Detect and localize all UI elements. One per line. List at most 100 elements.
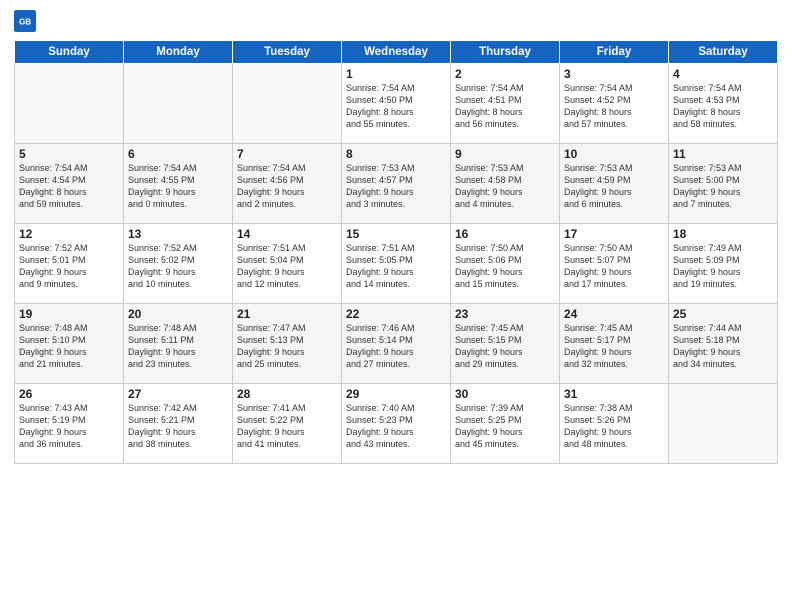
day-info: Sunrise: 7:41 AM Sunset: 5:22 PM Dayligh… bbox=[237, 402, 337, 451]
day-number: 27 bbox=[128, 387, 228, 401]
col-header-friday: Friday bbox=[560, 41, 669, 64]
day-cell: 16Sunrise: 7:50 AM Sunset: 5:06 PM Dayli… bbox=[451, 224, 560, 304]
logo: GB bbox=[14, 10, 40, 32]
day-number: 13 bbox=[128, 227, 228, 241]
day-cell: 6Sunrise: 7:54 AM Sunset: 4:55 PM Daylig… bbox=[124, 144, 233, 224]
day-number: 1 bbox=[346, 67, 446, 81]
logo-icon: GB bbox=[14, 10, 36, 32]
day-info: Sunrise: 7:40 AM Sunset: 5:23 PM Dayligh… bbox=[346, 402, 446, 451]
day-info: Sunrise: 7:54 AM Sunset: 4:50 PM Dayligh… bbox=[346, 82, 446, 131]
day-info: Sunrise: 7:53 AM Sunset: 5:00 PM Dayligh… bbox=[673, 162, 773, 211]
day-number: 6 bbox=[128, 147, 228, 161]
header: GB bbox=[14, 10, 778, 32]
day-cell: 27Sunrise: 7:42 AM Sunset: 5:21 PM Dayli… bbox=[124, 384, 233, 464]
day-number: 8 bbox=[346, 147, 446, 161]
day-number: 9 bbox=[455, 147, 555, 161]
calendar-table: SundayMondayTuesdayWednesdayThursdayFrid… bbox=[14, 40, 778, 464]
day-cell: 31Sunrise: 7:38 AM Sunset: 5:26 PM Dayli… bbox=[560, 384, 669, 464]
day-info: Sunrise: 7:51 AM Sunset: 5:04 PM Dayligh… bbox=[237, 242, 337, 291]
week-row-3: 12Sunrise: 7:52 AM Sunset: 5:01 PM Dayli… bbox=[15, 224, 778, 304]
day-number: 10 bbox=[564, 147, 664, 161]
day-number: 31 bbox=[564, 387, 664, 401]
day-cell bbox=[15, 64, 124, 144]
day-info: Sunrise: 7:49 AM Sunset: 5:09 PM Dayligh… bbox=[673, 242, 773, 291]
col-header-sunday: Sunday bbox=[15, 41, 124, 64]
day-number: 25 bbox=[673, 307, 773, 321]
day-number: 19 bbox=[19, 307, 119, 321]
week-row-4: 19Sunrise: 7:48 AM Sunset: 5:10 PM Dayli… bbox=[15, 304, 778, 384]
week-row-5: 26Sunrise: 7:43 AM Sunset: 5:19 PM Dayli… bbox=[15, 384, 778, 464]
day-number: 21 bbox=[237, 307, 337, 321]
day-cell: 12Sunrise: 7:52 AM Sunset: 5:01 PM Dayli… bbox=[15, 224, 124, 304]
day-info: Sunrise: 7:51 AM Sunset: 5:05 PM Dayligh… bbox=[346, 242, 446, 291]
day-info: Sunrise: 7:54 AM Sunset: 4:55 PM Dayligh… bbox=[128, 162, 228, 211]
day-cell: 23Sunrise: 7:45 AM Sunset: 5:15 PM Dayli… bbox=[451, 304, 560, 384]
day-info: Sunrise: 7:53 AM Sunset: 4:58 PM Dayligh… bbox=[455, 162, 555, 211]
day-cell bbox=[233, 64, 342, 144]
day-number: 26 bbox=[19, 387, 119, 401]
day-cell: 25Sunrise: 7:44 AM Sunset: 5:18 PM Dayli… bbox=[669, 304, 778, 384]
day-cell: 24Sunrise: 7:45 AM Sunset: 5:17 PM Dayli… bbox=[560, 304, 669, 384]
day-number: 2 bbox=[455, 67, 555, 81]
calendar-body: 1Sunrise: 7:54 AM Sunset: 4:50 PM Daylig… bbox=[15, 64, 778, 464]
day-cell: 9Sunrise: 7:53 AM Sunset: 4:58 PM Daylig… bbox=[451, 144, 560, 224]
day-number: 4 bbox=[673, 67, 773, 81]
svg-text:GB: GB bbox=[19, 18, 31, 27]
day-cell: 10Sunrise: 7:53 AM Sunset: 4:59 PM Dayli… bbox=[560, 144, 669, 224]
day-cell: 5Sunrise: 7:54 AM Sunset: 4:54 PM Daylig… bbox=[15, 144, 124, 224]
day-cell: 21Sunrise: 7:47 AM Sunset: 5:13 PM Dayli… bbox=[233, 304, 342, 384]
day-info: Sunrise: 7:52 AM Sunset: 5:01 PM Dayligh… bbox=[19, 242, 119, 291]
day-info: Sunrise: 7:52 AM Sunset: 5:02 PM Dayligh… bbox=[128, 242, 228, 291]
day-cell: 14Sunrise: 7:51 AM Sunset: 5:04 PM Dayli… bbox=[233, 224, 342, 304]
day-cell: 19Sunrise: 7:48 AM Sunset: 5:10 PM Dayli… bbox=[15, 304, 124, 384]
day-info: Sunrise: 7:48 AM Sunset: 5:10 PM Dayligh… bbox=[19, 322, 119, 371]
day-info: Sunrise: 7:38 AM Sunset: 5:26 PM Dayligh… bbox=[564, 402, 664, 451]
day-number: 11 bbox=[673, 147, 773, 161]
day-cell: 26Sunrise: 7:43 AM Sunset: 5:19 PM Dayli… bbox=[15, 384, 124, 464]
day-number: 30 bbox=[455, 387, 555, 401]
col-header-thursday: Thursday bbox=[451, 41, 560, 64]
day-info: Sunrise: 7:47 AM Sunset: 5:13 PM Dayligh… bbox=[237, 322, 337, 371]
day-number: 28 bbox=[237, 387, 337, 401]
day-info: Sunrise: 7:54 AM Sunset: 4:56 PM Dayligh… bbox=[237, 162, 337, 211]
day-number: 15 bbox=[346, 227, 446, 241]
day-cell: 8Sunrise: 7:53 AM Sunset: 4:57 PM Daylig… bbox=[342, 144, 451, 224]
day-info: Sunrise: 7:54 AM Sunset: 4:54 PM Dayligh… bbox=[19, 162, 119, 211]
day-info: Sunrise: 7:50 AM Sunset: 5:07 PM Dayligh… bbox=[564, 242, 664, 291]
day-info: Sunrise: 7:53 AM Sunset: 4:57 PM Dayligh… bbox=[346, 162, 446, 211]
day-number: 5 bbox=[19, 147, 119, 161]
day-cell: 28Sunrise: 7:41 AM Sunset: 5:22 PM Dayli… bbox=[233, 384, 342, 464]
week-row-1: 1Sunrise: 7:54 AM Sunset: 4:50 PM Daylig… bbox=[15, 64, 778, 144]
day-number: 23 bbox=[455, 307, 555, 321]
day-number: 3 bbox=[564, 67, 664, 81]
day-cell: 17Sunrise: 7:50 AM Sunset: 5:07 PM Dayli… bbox=[560, 224, 669, 304]
day-number: 29 bbox=[346, 387, 446, 401]
day-info: Sunrise: 7:54 AM Sunset: 4:53 PM Dayligh… bbox=[673, 82, 773, 131]
day-cell: 7Sunrise: 7:54 AM Sunset: 4:56 PM Daylig… bbox=[233, 144, 342, 224]
day-cell: 30Sunrise: 7:39 AM Sunset: 5:25 PM Dayli… bbox=[451, 384, 560, 464]
day-cell: 15Sunrise: 7:51 AM Sunset: 5:05 PM Dayli… bbox=[342, 224, 451, 304]
day-info: Sunrise: 7:44 AM Sunset: 5:18 PM Dayligh… bbox=[673, 322, 773, 371]
col-header-tuesday: Tuesday bbox=[233, 41, 342, 64]
day-cell: 29Sunrise: 7:40 AM Sunset: 5:23 PM Dayli… bbox=[342, 384, 451, 464]
col-header-wednesday: Wednesday bbox=[342, 41, 451, 64]
day-number: 12 bbox=[19, 227, 119, 241]
day-info: Sunrise: 7:54 AM Sunset: 4:51 PM Dayligh… bbox=[455, 82, 555, 131]
day-number: 18 bbox=[673, 227, 773, 241]
week-row-2: 5Sunrise: 7:54 AM Sunset: 4:54 PM Daylig… bbox=[15, 144, 778, 224]
day-cell: 1Sunrise: 7:54 AM Sunset: 4:50 PM Daylig… bbox=[342, 64, 451, 144]
day-number: 24 bbox=[564, 307, 664, 321]
day-cell bbox=[669, 384, 778, 464]
day-info: Sunrise: 7:42 AM Sunset: 5:21 PM Dayligh… bbox=[128, 402, 228, 451]
day-cell: 2Sunrise: 7:54 AM Sunset: 4:51 PM Daylig… bbox=[451, 64, 560, 144]
day-info: Sunrise: 7:50 AM Sunset: 5:06 PM Dayligh… bbox=[455, 242, 555, 291]
day-info: Sunrise: 7:45 AM Sunset: 5:15 PM Dayligh… bbox=[455, 322, 555, 371]
day-cell: 4Sunrise: 7:54 AM Sunset: 4:53 PM Daylig… bbox=[669, 64, 778, 144]
day-number: 14 bbox=[237, 227, 337, 241]
day-cell bbox=[124, 64, 233, 144]
day-info: Sunrise: 7:54 AM Sunset: 4:52 PM Dayligh… bbox=[564, 82, 664, 131]
day-info: Sunrise: 7:43 AM Sunset: 5:19 PM Dayligh… bbox=[19, 402, 119, 451]
day-info: Sunrise: 7:39 AM Sunset: 5:25 PM Dayligh… bbox=[455, 402, 555, 451]
day-number: 16 bbox=[455, 227, 555, 241]
day-cell: 22Sunrise: 7:46 AM Sunset: 5:14 PM Dayli… bbox=[342, 304, 451, 384]
